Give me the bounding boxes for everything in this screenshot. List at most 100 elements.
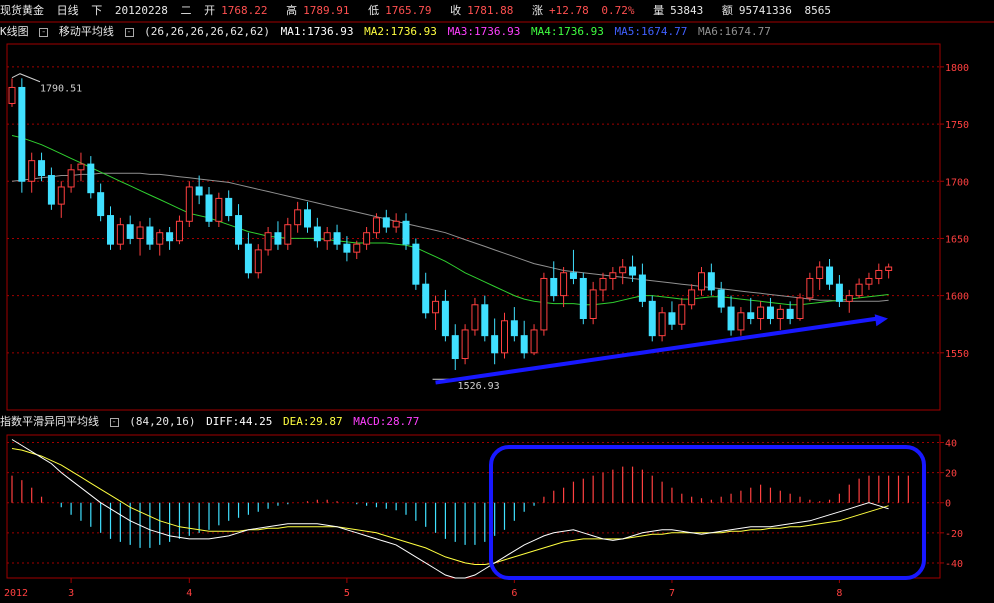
candle-body (136, 226, 144, 239)
candle (875, 263, 883, 285)
candle (225, 190, 233, 222)
candle-body (372, 217, 380, 234)
price-tick-label: 1750 (945, 120, 969, 131)
candle (18, 78, 26, 193)
candle (146, 217, 154, 250)
candle-body (333, 232, 341, 245)
x-tick-label: 5 (344, 588, 350, 599)
candle-body (471, 304, 479, 331)
candle-body (77, 163, 85, 171)
macd-tick-label: -20 (945, 529, 963, 540)
x-tick-label: 8 (836, 588, 842, 599)
candle (382, 209, 390, 233)
candle-body (589, 289, 597, 319)
price-tick-label: 1800 (945, 63, 969, 74)
candle-body (491, 335, 499, 354)
candle (205, 186, 213, 227)
candle-body (826, 266, 834, 285)
candle (796, 293, 804, 321)
candle-body (343, 243, 351, 253)
trend-arrow-head (874, 314, 888, 327)
candle-body (786, 308, 794, 320)
candle-body (363, 232, 371, 245)
candle-body (619, 266, 627, 274)
candle (313, 217, 321, 248)
candle-body (885, 266, 893, 271)
candle-body (313, 226, 321, 242)
candle (461, 324, 469, 365)
candle-body (678, 304, 686, 325)
candle (235, 204, 243, 250)
candle-body (648, 300, 656, 337)
candle (412, 238, 420, 290)
candle-body (382, 217, 390, 228)
price-chart-canvas[interactable]: 1800 1750 1700 1650 1600 1550 40 20 0 -20 -40 2012 3… (0, 0, 994, 603)
candle (77, 152, 85, 182)
candle (8, 78, 16, 107)
candle (116, 217, 124, 250)
candle-body (658, 312, 666, 337)
candle (491, 318, 499, 365)
macd-tick-label: 20 (945, 469, 957, 480)
candle-body (668, 312, 676, 325)
candle-body (451, 335, 459, 360)
candle (688, 284, 696, 310)
candle (363, 227, 371, 250)
candle (658, 307, 666, 342)
candle-body (638, 274, 646, 302)
candle (835, 275, 843, 308)
candle-body (166, 232, 174, 242)
dea-line (11, 448, 889, 565)
candle (806, 272, 814, 302)
candle-body (304, 209, 311, 228)
candle (668, 301, 676, 330)
price-tick-label: 1600 (945, 292, 969, 303)
candle (392, 213, 400, 233)
candle-body (688, 289, 696, 306)
candle-body (38, 160, 46, 177)
candle (432, 295, 440, 330)
candle (865, 272, 873, 290)
candle (264, 227, 272, 256)
candle (244, 232, 252, 279)
candle (38, 152, 46, 182)
candle (166, 227, 174, 250)
candle (175, 215, 183, 245)
price-tick-label: 1700 (945, 177, 969, 188)
candle-body (510, 320, 518, 337)
candle (274, 221, 282, 250)
candle-body (47, 175, 55, 205)
candle (402, 213, 410, 250)
candle-body (185, 186, 193, 222)
candle-body (67, 169, 75, 188)
macd-tick-label: -40 (945, 559, 963, 570)
candle-body (353, 243, 361, 253)
candle-body (737, 312, 745, 331)
candle-body (57, 186, 65, 205)
candle (727, 295, 735, 336)
candle (501, 312, 508, 359)
candle-body (855, 283, 863, 297)
candle-body (747, 312, 755, 319)
candle-body (402, 220, 410, 245)
candle (737, 307, 745, 336)
candle (638, 263, 646, 308)
candle (294, 201, 302, 233)
candle-body (441, 300, 449, 337)
candle-body (806, 277, 814, 299)
candle-body (550, 277, 558, 297)
candle (589, 281, 597, 325)
price-tick-label: 1550 (945, 349, 969, 360)
low-marker-label: 1526.93 (458, 381, 500, 392)
candle-body (254, 249, 262, 274)
high-marker-line (11, 73, 41, 83)
candle-body (274, 232, 282, 245)
candle-body (698, 272, 705, 291)
candle-body (264, 232, 272, 251)
candle (520, 320, 528, 359)
candle (451, 324, 459, 370)
candle (648, 295, 656, 342)
x-tick-label: 7 (669, 588, 675, 599)
candle-body (461, 329, 469, 360)
candle (441, 289, 449, 342)
